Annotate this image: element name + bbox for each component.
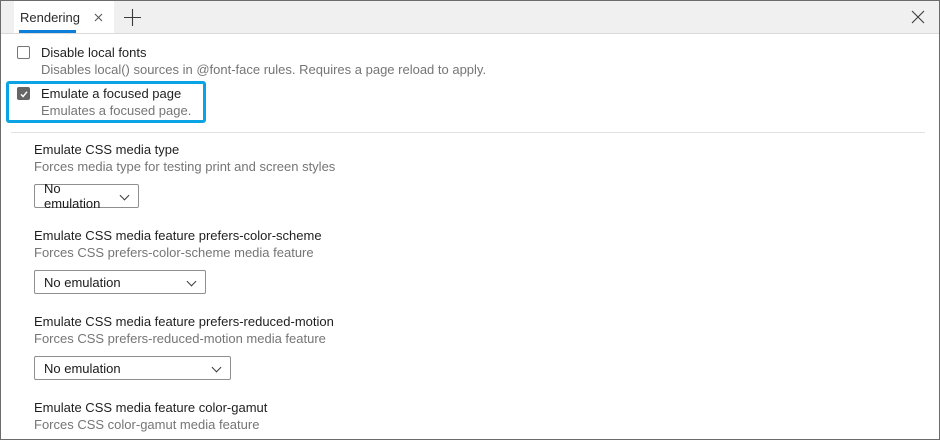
setting-text: Emulate a focused page Emulates a focuse… xyxy=(41,85,191,119)
tab-label: Rendering xyxy=(20,10,80,25)
setting-description: Forces media type for testing print and … xyxy=(34,158,923,175)
rendering-panel-content: Disable local fonts Disables local() sou… xyxy=(1,34,939,433)
setting-description: Disables local() sources in @font-face r… xyxy=(41,61,486,78)
setting-label: Disable local fonts xyxy=(41,44,486,61)
prefers-reduced-motion-select[interactable]: No emulation xyxy=(34,356,231,380)
new-tab-button[interactable] xyxy=(114,1,150,33)
active-tab-indicator xyxy=(19,30,76,33)
emulate-focused-page-checkbox[interactable] xyxy=(17,87,30,100)
setting-color-gamut: Emulate CSS media feature color-gamut Fo… xyxy=(34,399,923,433)
setting-prefers-reduced-motion: Emulate CSS media feature prefers-reduce… xyxy=(34,313,923,380)
close-icon xyxy=(911,10,925,24)
css-emulation-sections: Emulate CSS media type Forces media type… xyxy=(17,133,923,433)
setting-description: Forces CSS color-gamut media feature xyxy=(34,416,923,433)
setting-description: Forces CSS prefers-color-scheme media fe… xyxy=(34,244,923,261)
tab-bar: Rendering xyxy=(1,1,939,34)
setting-text: Disable local fonts Disables local() sou… xyxy=(41,44,486,78)
panel-close-button[interactable] xyxy=(907,6,929,28)
setting-emulate-focused-page: Emulate a focused page Emulates a focuse… xyxy=(17,85,191,119)
setting-label: Emulate CSS media feature prefers-reduce… xyxy=(34,313,923,330)
tab-close-button[interactable] xyxy=(90,9,106,25)
css-media-type-select[interactable]: No emulation xyxy=(34,184,139,208)
setting-label: Emulate CSS media feature prefers-color-… xyxy=(34,227,923,244)
select-value: No emulation xyxy=(44,275,121,290)
rendering-panel-window: Rendering Disable local fonts xyxy=(0,0,940,440)
setting-label: Emulate a focused page xyxy=(41,85,191,102)
plus-icon xyxy=(123,8,142,27)
focused-setting-highlight-ring: Emulate a focused page Emulates a focuse… xyxy=(6,81,206,123)
setting-description: Forces CSS prefers-reduced-motion media … xyxy=(34,330,923,347)
chevron-down-icon xyxy=(212,363,222,373)
disable-local-fonts-checkbox[interactable] xyxy=(17,46,30,59)
prefers-color-scheme-select[interactable]: No emulation xyxy=(34,270,206,294)
setting-label: Emulate CSS media type xyxy=(34,141,923,158)
setting-label: Emulate CSS media feature color-gamut xyxy=(34,399,923,416)
close-icon xyxy=(94,13,103,22)
select-value: No emulation xyxy=(44,361,121,376)
chevron-down-icon xyxy=(187,277,197,287)
select-value: No emulation xyxy=(44,181,112,211)
setting-description: Emulates a focused page. xyxy=(41,102,191,119)
setting-disable-local-fonts: Disable local fonts Disables local() sou… xyxy=(17,44,923,78)
tab-rendering[interactable]: Rendering xyxy=(14,1,114,33)
setting-emulate-css-media-type: Emulate CSS media type Forces media type… xyxy=(34,141,923,208)
chevron-down-icon xyxy=(120,191,130,201)
setting-prefers-color-scheme: Emulate CSS media feature prefers-color-… xyxy=(34,227,923,294)
check-icon xyxy=(19,89,29,99)
